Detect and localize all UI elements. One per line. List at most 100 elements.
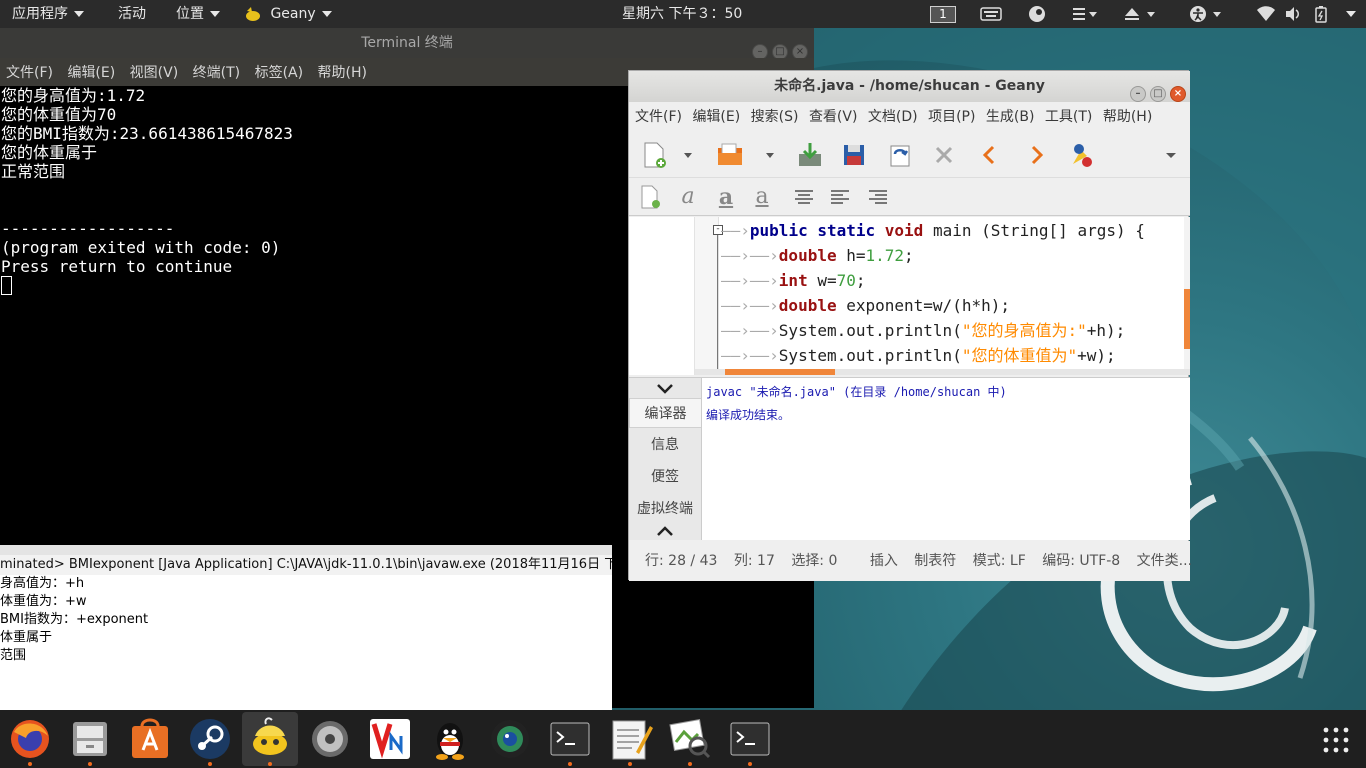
- menu-terminal[interactable]: 终端(T): [189, 58, 244, 88]
- forward-icon[interactable]: [1021, 140, 1051, 170]
- bold-a-icon[interactable]: a: [713, 184, 739, 210]
- minimize-button[interactable]: –: [1130, 86, 1146, 102]
- running-indicator: [628, 762, 632, 766]
- horizontal-scrollbar[interactable]: [695, 369, 1190, 375]
- menu-edit[interactable]: 编辑(E): [692, 102, 740, 132]
- new-file-small-icon[interactable]: [637, 184, 663, 210]
- maximize-button[interactable]: □: [1150, 86, 1166, 102]
- battery-icon[interactable]: [1314, 5, 1328, 23]
- tab-vte[interactable]: 虚拟终端: [629, 494, 701, 524]
- steam-tray-icon[interactable]: [1028, 5, 1046, 23]
- code-line: ——›——›int w=70;: [721, 271, 866, 290]
- menu-view[interactable]: 视图(V): [126, 58, 183, 88]
- code-text[interactable]: ——›public static void main (String[] arg…: [721, 217, 1181, 369]
- software-center-icon: [132, 718, 168, 758]
- clock[interactable]: 星期六 下午３：50: [622, 0, 742, 28]
- places-menu[interactable]: 位置: [176, 0, 220, 28]
- chevron-up-icon[interactable]: [655, 524, 675, 538]
- terminal-titlebar[interactable]: Terminal 终端 – □ ×: [0, 28, 814, 60]
- dock-terminal-2[interactable]: [722, 712, 778, 766]
- vnc-icon: [370, 719, 410, 759]
- wifi-icon[interactable]: [1256, 5, 1276, 23]
- underline-a-icon[interactable]: a: [749, 184, 775, 210]
- dock-image-viewer[interactable]: [662, 712, 718, 766]
- new-file-icon[interactable]: [639, 140, 669, 170]
- app-menu[interactable]: Geany: [244, 0, 332, 28]
- dock-files[interactable]: [62, 712, 118, 766]
- dock-text-editor[interactable]: [602, 712, 658, 766]
- eject-icon[interactable]: [1122, 5, 1160, 23]
- dock-disk[interactable]: [302, 712, 358, 766]
- scroll-thumb[interactable]: [725, 369, 835, 375]
- applications-menu[interactable]: 应用程序: [12, 0, 84, 28]
- align-left-icon[interactable]: [827, 184, 853, 210]
- dock-qq[interactable]: [422, 712, 478, 766]
- close-file-icon[interactable]: [929, 140, 959, 170]
- close-button[interactable]: ×: [1170, 86, 1186, 102]
- compile-icon[interactable]: [1067, 140, 1097, 170]
- chevron-down-icon[interactable]: [681, 140, 695, 170]
- terminal-icon: [550, 722, 590, 756]
- status-selection: 选择: 0: [791, 553, 838, 569]
- show-applications-icon[interactable]: [1322, 726, 1350, 754]
- italic-a-icon[interactable]: a: [675, 184, 701, 210]
- menu-edit[interactable]: 编辑(E): [63, 58, 119, 88]
- console-status: minated> BMIexponent [Java Application] …: [0, 555, 612, 575]
- chevron-down-icon[interactable]: [1346, 11, 1356, 17]
- firefox-icon: [11, 720, 49, 758]
- menu-tabs[interactable]: 标签(A): [251, 58, 308, 88]
- back-icon[interactable]: [975, 140, 1005, 170]
- chevron-down-icon[interactable]: [655, 382, 675, 396]
- status-mode: 插入: [869, 553, 898, 569]
- tab-scribble[interactable]: 便签: [629, 462, 701, 492]
- dock-software[interactable]: [122, 712, 178, 766]
- reload-icon[interactable]: [885, 140, 915, 170]
- menu-build[interactable]: 生成(B): [986, 102, 1035, 132]
- menu-help[interactable]: 帮助(H): [314, 58, 371, 88]
- vertical-scrollbar[interactable]: [1184, 217, 1190, 369]
- code-editor[interactable]: - ——›public static void main (String[] a…: [629, 217, 1190, 375]
- top-panel: 应用程序 活动 位置 Geany 星期六 下午３：50 1: [0, 0, 1366, 28]
- volume-icon[interactable]: [1284, 5, 1302, 23]
- align-right-icon[interactable]: [865, 184, 891, 210]
- align-center-icon[interactable]: [791, 184, 817, 210]
- menu-file[interactable]: 文件(F): [2, 58, 57, 88]
- menu-help[interactable]: 帮助(H): [1103, 102, 1152, 132]
- activities-button[interactable]: 活动: [118, 0, 146, 28]
- console-output[interactable]: 身高值为：+h 体重值为：+w BMI指数为：+exponent 体重属于 范围: [0, 575, 612, 665]
- save-icon[interactable]: [795, 140, 825, 170]
- dock-camera[interactable]: [482, 712, 538, 766]
- code-line: ——›——›double exponent=w/(h*h);: [721, 296, 1010, 315]
- compiler-output[interactable]: javac "未命名.java" (在目录 /home/shucan 中) 编译…: [701, 378, 1190, 540]
- chevron-down-icon[interactable]: [763, 140, 777, 170]
- accessibility-icon[interactable]: [1188, 5, 1226, 23]
- camera-icon: [491, 720, 529, 758]
- running-indicator: [688, 762, 692, 766]
- menu-search[interactable]: 搜索(S): [751, 102, 799, 132]
- menu-document[interactable]: 文档(D): [868, 102, 918, 132]
- menu-tools[interactable]: 工具(T): [1045, 102, 1092, 132]
- dock-steam[interactable]: [182, 712, 238, 766]
- geany-menubar: 文件(F) 编辑(E) 搜索(S) 查看(V) 文档(D) 项目(P) 生成(B…: [629, 102, 1190, 132]
- dock-terminal[interactable]: [542, 712, 598, 766]
- tab-compiler[interactable]: 编译器: [629, 398, 701, 428]
- workspace-indicator[interactable]: 1: [930, 6, 956, 23]
- tab-status[interactable]: 信息: [629, 430, 701, 460]
- list-menu-icon[interactable]: [1072, 5, 1098, 23]
- save-all-icon[interactable]: [839, 140, 869, 170]
- scroll-thumb[interactable]: [1184, 289, 1190, 349]
- menu-view[interactable]: 查看(V): [809, 102, 858, 132]
- dock-firefox[interactable]: [2, 712, 58, 766]
- dock-vnc[interactable]: [362, 712, 418, 766]
- output-line: 编译成功结束。: [706, 408, 791, 422]
- status-indent: 制表符: [914, 553, 957, 569]
- open-folder-icon[interactable]: [715, 140, 745, 170]
- menu-project[interactable]: 项目(P): [928, 102, 975, 132]
- image-viewer-icon: [669, 719, 711, 759]
- dock-geany[interactable]: [242, 712, 298, 766]
- running-indicator: [268, 762, 272, 766]
- menu-file[interactable]: 文件(F): [635, 102, 682, 132]
- keyboard-icon[interactable]: [980, 5, 1002, 23]
- chevron-down-icon[interactable]: [1161, 140, 1181, 170]
- geany-titlebar[interactable]: 未命名.java - /home/shucan - Geany – □ ×: [629, 71, 1190, 102]
